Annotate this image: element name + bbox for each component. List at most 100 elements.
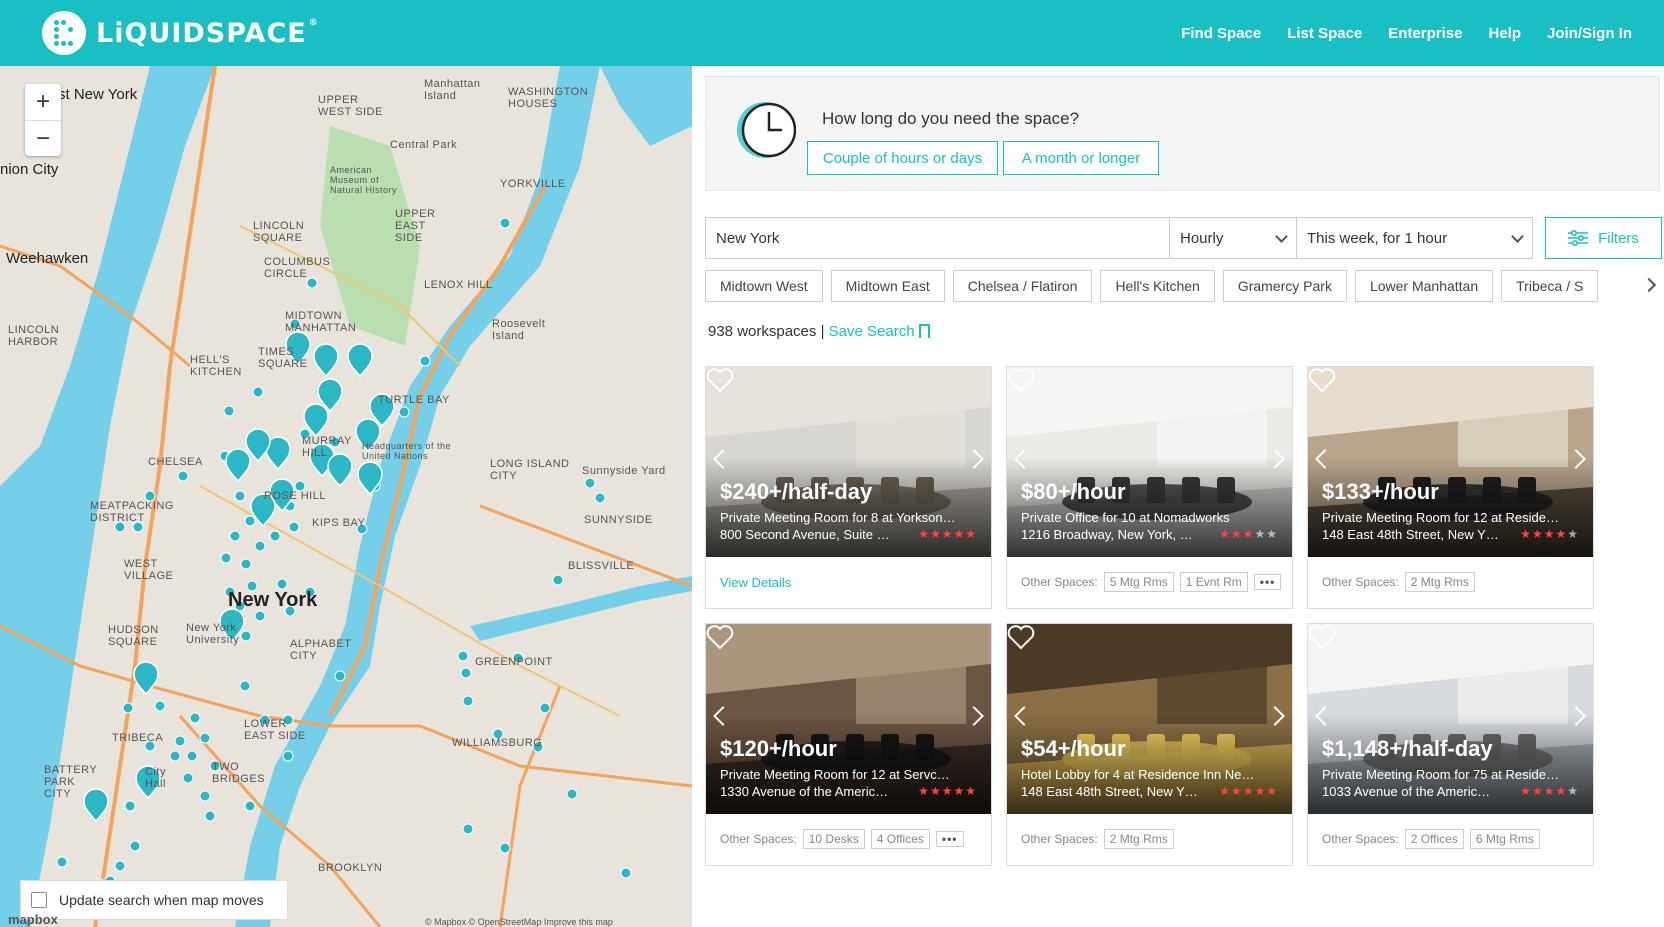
map-label: HUDSON SQUARE — [108, 624, 159, 649]
map-label: LENOX HILL — [424, 279, 493, 291]
workspace-price: $120+/hour — [720, 736, 837, 761]
workspace-card[interactable]: $1,148+/half-day Private Meeting Room fo… — [1307, 623, 1594, 866]
workspace-photo[interactable]: $240+/half-day Private Meeting Room for … — [706, 367, 991, 557]
workspace-card[interactable]: $54+/hour Hotel Lobby for 4 at Residence… — [1006, 623, 1293, 866]
duration-prompt: How long do you need the space? Couple o… — [705, 76, 1660, 191]
workspace-rating: ★★★★★ — [1219, 784, 1278, 798]
nav-find-space[interactable]: Find Space — [1181, 25, 1261, 42]
map-label: UPPER EAST SIDE — [395, 208, 436, 245]
neighborhood-chips: Midtown West Midtown East Chelsea / Flat… — [705, 270, 1645, 302]
more-options-button[interactable]: ••• — [1253, 574, 1282, 590]
map-label: COLUMBUS CIRCLE — [264, 256, 331, 281]
workspace-card[interactable]: $120+/hour Private Meeting Room for 12 a… — [705, 623, 992, 866]
other-spaces-label: Other Spaces: — [1021, 832, 1098, 846]
workspace-footer: Other Spaces: 2 Offices 6 Mtg Rms — [1322, 828, 1540, 850]
map-label: WILLIAMSBURG — [452, 737, 543, 749]
mapbox-logo[interactable]: mapbox — [8, 912, 58, 927]
workspace-footer: Other Spaces: 2 Mtg Rms — [1021, 828, 1174, 850]
space-type-tag[interactable]: 4 Offices — [870, 829, 930, 849]
map-label-new-york: New York — [228, 589, 318, 611]
workspace-name: Private Meeting Room for 12 at Reside… — [1322, 510, 1559, 525]
map-label: BLISSVILLE — [568, 560, 635, 572]
other-spaces-label: Other Spaces: — [720, 832, 797, 846]
map-attribution[interactable]: © Mapbox © OpenStreetMap Improve this ma… — [425, 917, 613, 927]
other-spaces-label: Other Spaces: — [1021, 575, 1098, 589]
workspace-count: 938 workspaces — [708, 323, 817, 340]
chevron-down-icon — [1275, 230, 1288, 243]
short-term-button[interactable]: Couple of hours or days — [807, 141, 998, 175]
filters-button[interactable]: Filters — [1545, 217, 1662, 259]
brand-name: LiQUIDSPACE ® — [96, 17, 319, 49]
view-details-link[interactable]: View Details — [720, 575, 791, 590]
results-map[interactable]: st New York nion City Weehawken UPPER WE… — [0, 66, 692, 927]
space-type-tag[interactable]: 1 Evnt Rm — [1179, 572, 1248, 592]
workspace-rating: ★★★★★ — [1219, 527, 1278, 541]
favorite-heart-icon[interactable] — [1007, 367, 1035, 393]
map-zoom-controls: + − — [25, 84, 61, 156]
map-label: TURTLE BAY — [378, 394, 450, 406]
map-label: LINCOLN HARBOR — [8, 324, 60, 349]
rate-select[interactable]: Hourly — [1169, 218, 1296, 258]
save-search-link[interactable]: Save Search — [829, 323, 930, 340]
workspace-rating: ★★★★★ — [1520, 527, 1579, 541]
zoom-out-button[interactable]: − — [25, 120, 61, 156]
space-type-tag[interactable]: 10 Desks — [802, 829, 865, 849]
update-on-move-checkbox[interactable] — [31, 892, 47, 908]
favorite-heart-icon[interactable] — [706, 624, 734, 650]
workspace-price: $80+/hour — [1021, 479, 1126, 504]
workspace-name: Hotel Lobby for 4 at Residence Inn Ne… — [1021, 767, 1255, 782]
workspace-address: 1330 Avenue of the Americ… — [720, 784, 889, 799]
map-label: Headquarters of the United Nations — [362, 441, 452, 461]
chip-lower-manhattan[interactable]: Lower Manhattan — [1354, 270, 1494, 302]
workspace-footer: Other Spaces: 10 Desks 4 Offices ••• — [720, 828, 964, 850]
chip-hells-kitchen[interactable]: Hell's Kitchen — [1100, 270, 1215, 302]
chip-tribeca[interactable]: Tribeca / S — [1501, 270, 1599, 302]
brand-logo[interactable]: LiQUIDSPACE ® — [42, 11, 319, 55]
workspace-photo[interactable]: $120+/hour Private Meeting Room for 12 a… — [706, 624, 991, 814]
space-type-tag[interactable]: 2 Mtg Rms — [1103, 829, 1174, 849]
workspace-photo[interactable]: $54+/hour Hotel Lobby for 4 at Residence… — [1007, 624, 1292, 814]
date-select[interactable]: This week, for 1 hour — [1296, 218, 1532, 258]
map-label: Roosevelt Island — [492, 318, 546, 343]
chip-gramercy-park[interactable]: Gramercy Park — [1222, 270, 1347, 302]
chip-midtown-east[interactable]: Midtown East — [830, 270, 945, 302]
update-on-move-toggle[interactable]: Update search when map moves — [20, 880, 288, 920]
space-type-tag[interactable]: 6 Mtg Rms — [1469, 829, 1540, 849]
workspace-price: $240+/half-day — [720, 479, 873, 504]
favorite-heart-icon[interactable] — [1007, 624, 1035, 650]
location-input[interactable]: New York — [706, 218, 1169, 258]
map-label: MURRAY HILL — [302, 435, 352, 460]
workspace-rating: ★★★★★ — [918, 784, 977, 798]
nav-list-space[interactable]: List Space — [1287, 25, 1362, 42]
workspace-photo[interactable]: $133+/hour Private Meeting Room for 12 a… — [1308, 367, 1593, 557]
chip-chelsea-flatiron[interactable]: Chelsea / Flatiron — [952, 270, 1093, 302]
filters-label: Filters — [1598, 229, 1639, 247]
search-bar: New York Hourly This week, for 1 hour — [705, 217, 1533, 259]
favorite-heart-icon[interactable] — [706, 367, 734, 393]
favorite-heart-icon[interactable] — [1308, 624, 1336, 650]
long-term-button[interactable]: A month or longer — [1003, 141, 1159, 175]
workspace-card[interactable]: $133+/hour Private Meeting Room for 12 a… — [1307, 366, 1594, 609]
date-select-value: This week, for 1 hour — [1307, 229, 1448, 247]
more-options-button[interactable]: ••• — [935, 831, 964, 847]
sliders-icon — [1568, 230, 1589, 246]
map-label: SUNNYSIDE — [584, 514, 653, 526]
workspace-card[interactable]: $80+/hour Private Office for 10 at Nomad… — [1006, 366, 1293, 609]
workspace-photo[interactable]: $80+/hour Private Office for 10 at Nomad… — [1007, 367, 1292, 557]
nav-enterprise[interactable]: Enterprise — [1388, 25, 1462, 42]
map-label: YORKVILLE — [500, 178, 566, 190]
save-search-label: Save Search — [828, 323, 915, 340]
space-type-tag[interactable]: 5 Mtg Rms — [1103, 572, 1174, 592]
space-type-tag[interactable]: 2 Offices — [1404, 829, 1464, 849]
workspace-photo[interactable]: $1,148+/half-day Private Meeting Room fo… — [1308, 624, 1593, 814]
nav-join-sign-in[interactable]: Join/Sign In — [1547, 25, 1632, 42]
map-label: WEST VILLAGE — [124, 558, 174, 583]
map-label: ALPHABET CITY — [290, 638, 352, 663]
zoom-in-button[interactable]: + — [25, 84, 61, 120]
space-type-tag[interactable]: 2 Mtg Rms — [1404, 572, 1475, 592]
map-label: HELL'S KITCHEN — [190, 354, 242, 379]
nav-help[interactable]: Help — [1488, 25, 1521, 42]
chip-midtown-west[interactable]: Midtown West — [705, 270, 823, 302]
favorite-heart-icon[interactable] — [1308, 367, 1336, 393]
workspace-card[interactable]: $240+/half-day Private Meeting Room for … — [705, 366, 992, 609]
